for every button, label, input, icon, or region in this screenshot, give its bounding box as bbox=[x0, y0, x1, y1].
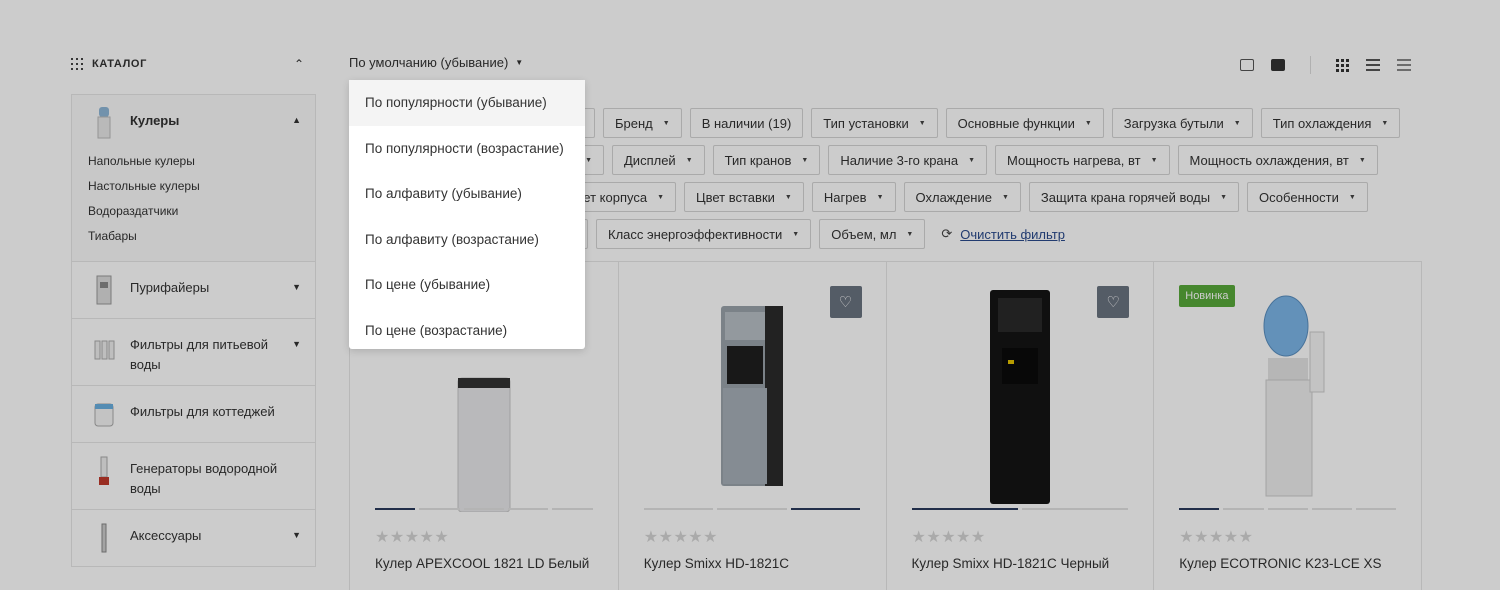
sort-option-price-desc[interactable]: По цене (убывание) bbox=[349, 262, 585, 308]
sort-option-alpha-asc[interactable]: По алфавиту (возрастание) bbox=[349, 217, 585, 263]
sort-option-popularity-asc[interactable]: По популярности (возрастание) bbox=[349, 126, 585, 172]
sort-option-price-asc[interactable]: По цене (возрастание) bbox=[349, 308, 585, 354]
sort-dropdown-menu: По популярности (убывание) По популярнос… bbox=[349, 80, 585, 349]
modal-overlay[interactable] bbox=[0, 0, 1500, 590]
sort-option-alpha-desc[interactable]: По алфавиту (убывание) bbox=[349, 171, 585, 217]
sort-option-popularity-desc[interactable]: По популярности (убывание) bbox=[349, 80, 585, 126]
